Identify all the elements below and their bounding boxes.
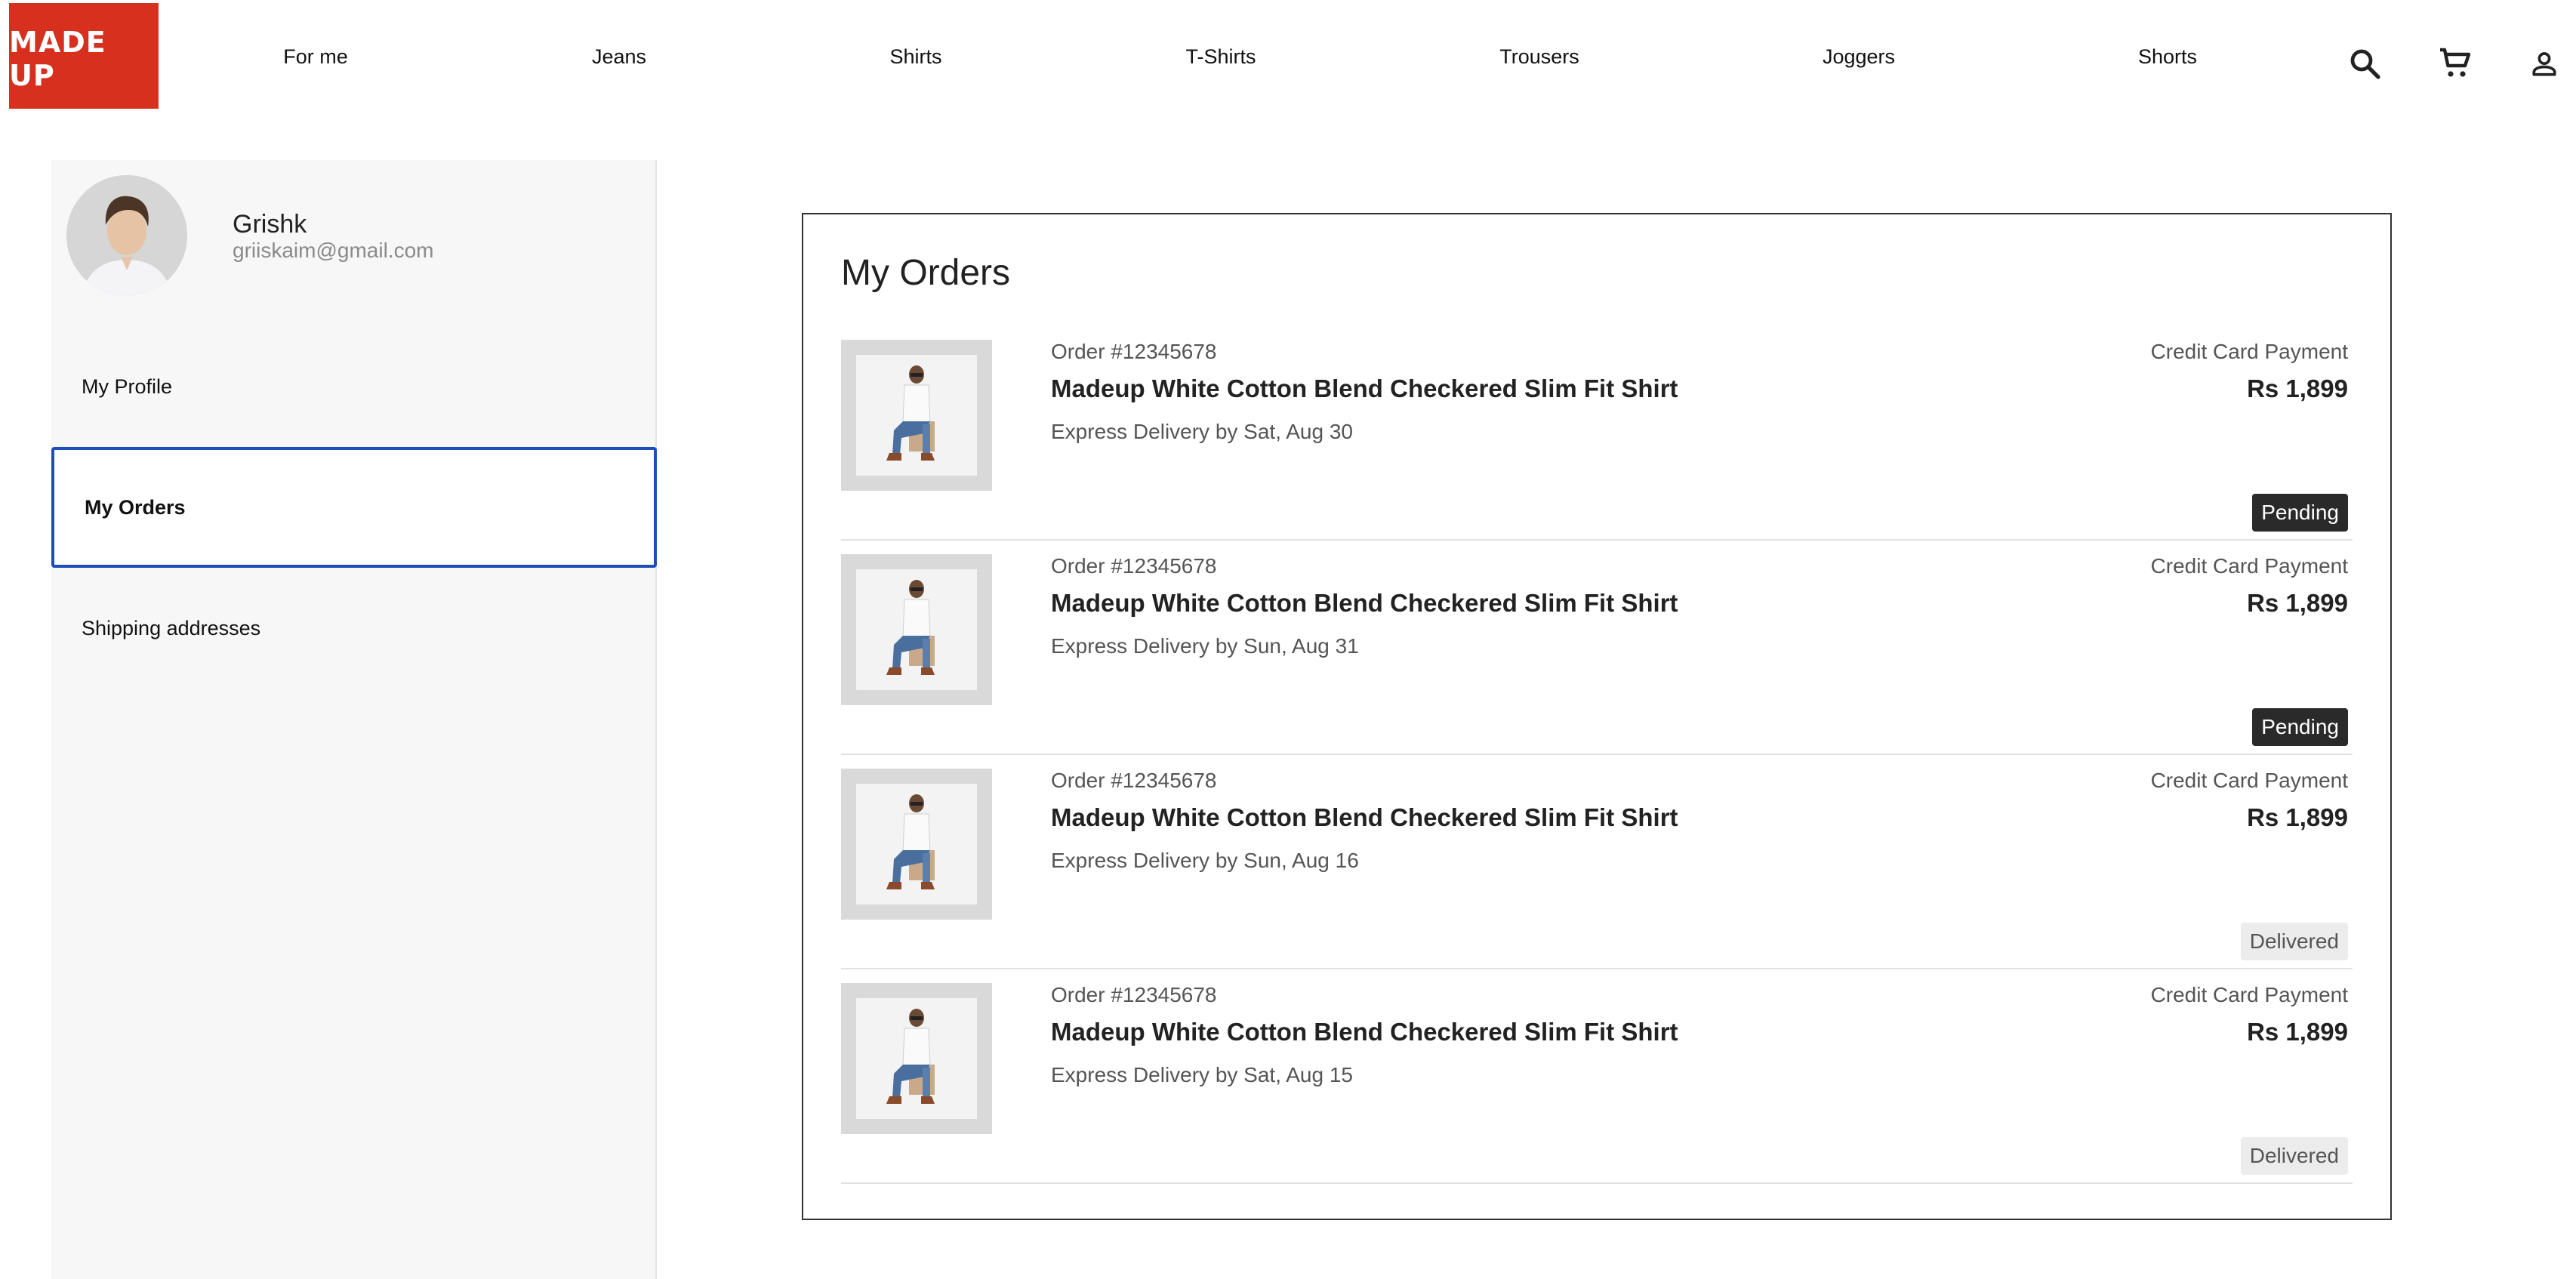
user-email: griiskaim@gmail.com xyxy=(233,239,434,262)
order-number: Order #12345678 xyxy=(1051,554,1217,578)
page-title: My Orders xyxy=(841,253,1011,293)
brand-logo-text: MADE UP xyxy=(9,26,106,92)
order-number: Order #12345678 xyxy=(1051,769,1217,792)
order-product-title[interactable]: Madeup White Cotton Blend Checkered Slim… xyxy=(1051,589,1678,618)
order-delivery-date: Express Delivery by Sat, Aug 30 xyxy=(1051,420,1353,443)
order-payment-method: Credit Card Payment xyxy=(2150,983,2348,1006)
order-number: Order #12345678 xyxy=(1051,340,1217,363)
sidebar-item-label: Shipping addresses xyxy=(82,616,261,640)
order-price: Rs 1,899 xyxy=(2247,589,2348,617)
order-payment-method: Credit Card Payment xyxy=(2150,769,2348,792)
nav-item-for-me[interactable]: For me xyxy=(283,45,348,69)
search-icon[interactable] xyxy=(2346,45,2383,82)
product-thumbnail[interactable] xyxy=(841,983,992,1134)
order-payment-method: Credit Card Payment xyxy=(2150,340,2348,363)
order-price: Rs 1,899 xyxy=(2247,374,2348,402)
product-thumbnail[interactable] xyxy=(841,769,992,920)
user-icon[interactable] xyxy=(2528,45,2561,82)
order-price: Rs 1,899 xyxy=(2247,1018,2348,1046)
brand-logo[interactable]: MADE UP xyxy=(9,3,159,109)
order-product-title[interactable]: Madeup White Cotton Blend Checkered Slim… xyxy=(1051,374,1678,403)
cart-icon[interactable] xyxy=(2437,45,2473,82)
status-badge: Delivered xyxy=(2240,1137,2348,1175)
order-row[interactable]: Order #12345678 Madeup White Cotton Blen… xyxy=(841,326,2353,541)
product-thumbnail[interactable] xyxy=(841,340,992,491)
nav-item-jeans[interactable]: Jeans xyxy=(592,45,646,69)
user-name: Grishk xyxy=(233,210,307,239)
sidebar-item-my-profile[interactable]: My Profile xyxy=(51,326,657,447)
sidebar-item-my-orders[interactable]: My Orders xyxy=(51,447,657,568)
order-price: Rs 1,899 xyxy=(2247,803,2348,831)
order-delivery-date: Express Delivery by Sun, Aug 31 xyxy=(1051,634,1359,658)
order-row[interactable]: Order #12345678 Madeup White Cotton Blen… xyxy=(841,541,2353,755)
nav-item-t-shirts[interactable]: T-Shirts xyxy=(1185,45,1256,69)
nav-item-shorts[interactable]: Shorts xyxy=(2138,45,2197,69)
nav-item-joggers[interactable]: Joggers xyxy=(1823,45,1895,69)
sidebar-item-label: My Profile xyxy=(82,374,173,398)
order-row[interactable]: Order #12345678 Madeup White Cotton Blen… xyxy=(841,755,2353,969)
nav-item-shirts[interactable]: Shirts xyxy=(889,45,941,69)
nav-item-trousers[interactable]: Trousers xyxy=(1499,45,1579,69)
order-delivery-date: Express Delivery by Sun, Aug 16 xyxy=(1051,849,1359,872)
status-badge: Delivered xyxy=(2240,923,2348,960)
product-thumbnail[interactable] xyxy=(841,554,992,705)
status-badge: Pending xyxy=(2252,494,2348,532)
order-payment-method: Credit Card Payment xyxy=(2150,554,2348,578)
order-product-title[interactable]: Madeup White Cotton Blend Checkered Slim… xyxy=(1051,803,1678,832)
sidebar-item-label: My Orders xyxy=(85,495,186,519)
avatar xyxy=(66,175,187,296)
order-number: Order #12345678 xyxy=(1051,983,1217,1006)
order-product-title[interactable]: Madeup White Cotton Blend Checkered Slim… xyxy=(1051,1018,1678,1046)
order-delivery-date: Express Delivery by Sat, Aug 15 xyxy=(1051,1063,1353,1086)
order-row[interactable]: Order #12345678 Madeup White Cotton Blen… xyxy=(841,969,2353,1184)
status-badge: Pending xyxy=(2252,708,2348,746)
sidebar-item-shipping-addresses[interactable]: Shipping addresses xyxy=(51,568,657,689)
